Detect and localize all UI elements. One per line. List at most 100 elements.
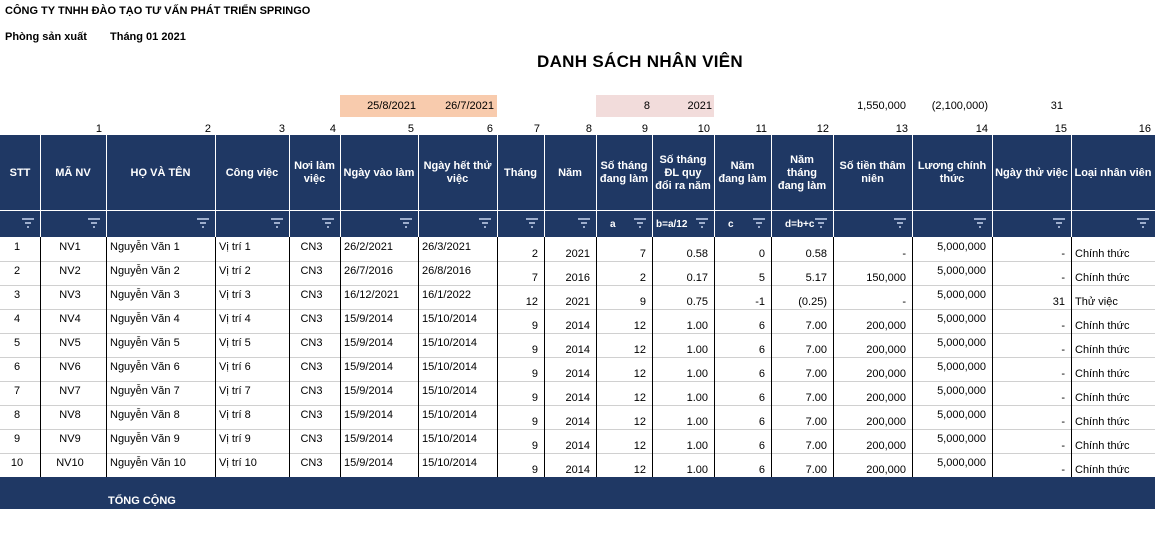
cell-cong-viec: Vị trí 4 — [219, 313, 251, 325]
cell-ngay-thu-viec: - — [1061, 416, 1065, 428]
param-year[interactable]: 2021 — [652, 100, 712, 112]
cell-luong-chinh-thuc: 5,000,000 — [937, 313, 986, 325]
cell-ngay-thu-viec: - — [1061, 464, 1065, 476]
column-divider — [106, 237, 107, 477]
cell-ngay-thu-viec: - — [1061, 344, 1065, 356]
header-nam-dang-lam: Năm đang làm — [718, 160, 767, 185]
cell-so-thang-dang-lam: 12 — [633, 344, 646, 356]
cell-nam-thang-dang-lam: 7.00 — [805, 392, 827, 404]
cell-nam-thang-dang-lam: 7.00 — [805, 320, 827, 332]
column-divider — [992, 237, 993, 477]
cell-stt: 5 — [13, 337, 21, 349]
cell-nam-dang-lam: 6 — [758, 368, 765, 380]
column-number: 13 — [895, 123, 908, 135]
cell-stt: 4 — [13, 313, 21, 325]
filter-icon[interactable] — [524, 216, 540, 230]
cell-so-thang-quy-doi: 1.00 — [686, 368, 708, 380]
cell-so-thang-dang-lam: 12 — [633, 440, 646, 452]
filter-icon[interactable] — [694, 216, 710, 230]
filter-icon[interactable] — [320, 216, 336, 230]
cell-ngay-vao-lam: 15/9/2014 — [344, 385, 393, 397]
column-number: 7 — [533, 123, 540, 135]
cell-noi-lam-viec: CN3 — [300, 289, 323, 301]
cell-thang: 7 — [531, 272, 538, 284]
cell-so-thang-dang-lam: 12 — [633, 416, 646, 428]
cell-so-thang-quy-doi: 1.00 — [686, 392, 708, 404]
cell-so-tien-tham-nien: 150,000 — [866, 272, 906, 284]
cell-cong-viec: Vị trí 6 — [219, 361, 251, 373]
column-divider — [912, 237, 913, 477]
cell-loai-nhan-vien: Chính thức — [1075, 320, 1130, 332]
cell-loai-nhan-vien: Chính thức — [1075, 248, 1130, 260]
cell-ngay-thu-viec: - — [1061, 392, 1065, 404]
header-divider — [340, 135, 341, 237]
filter-icon[interactable] — [632, 216, 648, 230]
filter-icon[interactable] — [576, 216, 592, 230]
header-luong-chinh-thuc: Lương chính thức — [917, 160, 987, 185]
column-number: 9 — [641, 123, 648, 135]
filter-icon[interactable] — [751, 216, 767, 230]
column-number: 11 — [755, 123, 767, 135]
param-days[interactable]: 31 — [1000, 100, 1063, 112]
column-number: 1 — [95, 123, 102, 135]
filter-icon[interactable] — [269, 216, 285, 230]
cell-ma-nv: NV1 — [59, 241, 81, 253]
formula-label-b: b=a/12 — [656, 218, 688, 230]
cell-cong-viec: Vị trí 10 — [219, 457, 257, 469]
cell-luong-chinh-thuc: 5,000,000 — [937, 241, 986, 253]
filter-icon[interactable] — [398, 216, 414, 230]
filter-icon[interactable] — [195, 216, 211, 230]
filter-icon[interactable] — [892, 216, 908, 230]
filter-icon[interactable] — [1135, 216, 1151, 230]
header-so-thang-quy-doi: Số tháng ĐL quy đổi ra năm — [655, 153, 711, 192]
cell-so-thang-quy-doi: 1.00 — [686, 464, 708, 476]
column-divider — [652, 237, 653, 477]
cell-nam: 2014 — [565, 416, 590, 428]
column-divider — [544, 237, 545, 477]
cell-ho-ten: Nguyễn Văn 8 — [110, 409, 180, 421]
header-divider — [40, 135, 41, 237]
cell-loai-nhan-vien: Chính thức — [1075, 464, 1130, 476]
cell-ngay-vao-lam: 26/2/2021 — [344, 241, 393, 253]
cell-ngay-thu-viec: 31 — [1052, 296, 1065, 308]
param-date2[interactable]: 26/7/2021 — [418, 100, 494, 112]
column-divider — [714, 237, 715, 477]
cell-noi-lam-viec: CN3 — [300, 385, 323, 397]
cell-ngay-vao-lam: 26/7/2016 — [344, 265, 393, 277]
cell-thang: 9 — [531, 368, 538, 380]
filter-icon[interactable] — [1051, 216, 1067, 230]
cell-so-tien-tham-nien: 200,000 — [866, 392, 906, 404]
cell-nam-dang-lam: 6 — [758, 320, 765, 332]
column-number: 4 — [329, 123, 336, 135]
cell-ngay-vao-lam: 15/9/2014 — [344, 337, 393, 349]
header-ngay-thu-viec: Ngày thử việc — [995, 166, 1068, 179]
filter-icon[interactable] — [972, 216, 988, 230]
filter-icon[interactable] — [477, 216, 493, 230]
cell-so-thang-quy-doi: 0.58 — [686, 248, 708, 260]
cell-nam-dang-lam: 6 — [758, 344, 765, 356]
cell-luong-chinh-thuc: 5,000,000 — [937, 457, 986, 469]
cell-so-thang-dang-lam: 12 — [633, 392, 646, 404]
column-divider — [833, 237, 834, 477]
column-number: 2 — [204, 123, 211, 135]
cell-nam-dang-lam: 0 — [758, 248, 765, 260]
param-negative[interactable]: (2,100,000) — [910, 100, 988, 112]
param-date1[interactable]: 25/8/2021 — [340, 100, 416, 112]
cell-nam: 2021 — [565, 248, 590, 260]
column-number: 15 — [1054, 123, 1067, 135]
param-seniority[interactable]: 1,550,000 — [832, 100, 906, 112]
cell-stt: 9 — [13, 433, 21, 445]
filter-icon[interactable] — [813, 216, 829, 230]
cell-ngay-thu-viec: - — [1061, 272, 1065, 284]
cell-noi-lam-viec: CN3 — [300, 241, 323, 253]
column-number: 12 — [816, 123, 829, 135]
header-divider — [106, 135, 107, 237]
param-month[interactable]: 8 — [596, 100, 650, 112]
cell-nam-thang-dang-lam: 5.17 — [805, 272, 827, 284]
filter-icon[interactable] — [86, 216, 102, 230]
filter-icon[interactable] — [20, 216, 36, 230]
header-nam-thang-dang-lam: Năm tháng đang làm — [777, 153, 827, 192]
column-divider — [40, 237, 41, 477]
cell-ma-nv: NV9 — [59, 433, 81, 445]
header-noi-lam-viec: Nơi làm việc — [294, 160, 335, 185]
